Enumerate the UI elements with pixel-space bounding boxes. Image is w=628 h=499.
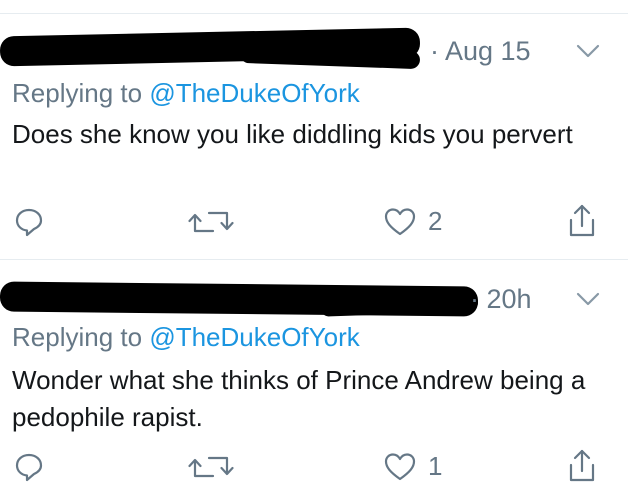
reply-icon xyxy=(15,208,43,237)
replying-to-prefix: Replying to xyxy=(12,322,150,352)
replying-to-handle[interactable]: @TheDukeOfYork xyxy=(149,322,359,352)
like-button[interactable]: 1 xyxy=(384,451,442,482)
share-icon xyxy=(569,204,595,237)
retweet-button[interactable] xyxy=(188,207,234,237)
retweet-button[interactable] xyxy=(188,452,234,482)
share-icon xyxy=(569,449,595,482)
chevron-down-icon[interactable] xyxy=(574,41,602,61)
heart-icon xyxy=(384,207,416,235)
reply-button[interactable] xyxy=(14,207,44,237)
replying-to-line: Replying to @TheDukeOfYork xyxy=(12,78,360,109)
like-button[interactable]: 2 xyxy=(384,206,442,237)
tweet-timestamp[interactable]: · Aug 15 xyxy=(430,36,531,67)
chevron-down-icon[interactable] xyxy=(574,289,602,309)
replying-to-prefix: Replying to xyxy=(12,78,150,108)
share-button[interactable] xyxy=(567,203,597,239)
share-button[interactable] xyxy=(567,448,597,484)
reply-icon xyxy=(15,453,43,482)
tweet-text: Wonder what she thinks of Prince Andrew … xyxy=(12,365,586,432)
like-count: 2 xyxy=(428,206,443,236)
tweet-text: Does she know you like diddling kids you… xyxy=(12,119,573,149)
retweet-icon xyxy=(188,456,234,478)
replying-to-line: Replying to @TheDukeOfYork xyxy=(12,322,360,353)
like-count: 1 xyxy=(428,451,443,481)
heart-icon xyxy=(384,452,416,480)
tweet-1[interactable]: · Aug 15 Replying to @TheDukeOfYork Does… xyxy=(0,0,628,258)
reply-button[interactable] xyxy=(14,452,44,482)
retweet-icon xyxy=(188,211,234,233)
replying-to-handle[interactable]: @TheDukeOfYork xyxy=(149,78,359,108)
tweet-timestamp[interactable]: · 20h xyxy=(470,284,532,315)
tweet-2[interactable]: · 20h Replying to @TheDukeOfYork Wonder … xyxy=(0,260,628,499)
